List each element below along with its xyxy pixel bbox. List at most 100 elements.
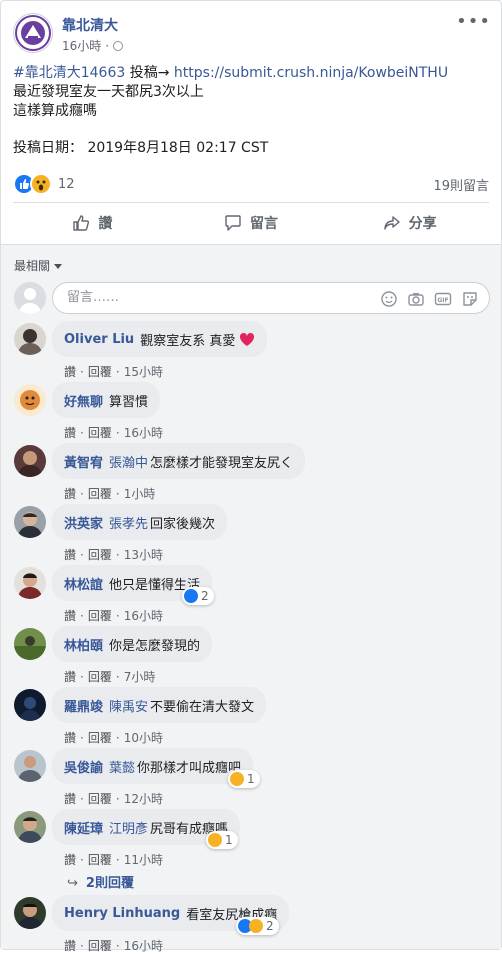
- comment-author[interactable]: 羅鼎竣: [64, 696, 103, 715]
- comment-item: 陳延璋 江明彥 尻哥有成癮嗎 1 讚 · 回覆 · 11小時: [14, 809, 490, 871]
- comment-time[interactable]: 12小時: [124, 792, 163, 806]
- comment-item: 洪英家 張孝先 回家後幾次 讚 · 回覆 · 13小時: [14, 504, 490, 566]
- post-line-2: 這樣算成癮嗎: [13, 103, 97, 119]
- comment-time[interactable]: 16小時: [124, 426, 163, 440]
- reply-arrow-icon: ↪: [67, 876, 78, 891]
- comment-like-link[interactable]: 讚: [64, 609, 76, 623]
- comment-count-link[interactable]: 19則留言: [433, 175, 489, 194]
- comment-reply-link[interactable]: 回覆: [88, 670, 112, 684]
- view-replies-link[interactable]: ↪ 2則回覆: [67, 872, 134, 891]
- comment-author[interactable]: 洪英家: [64, 513, 103, 532]
- comment-mention[interactable]: 張孝先: [109, 513, 148, 532]
- comment-compose[interactable]: GIF: [52, 282, 490, 314]
- comment-time[interactable]: 16小時: [124, 609, 163, 623]
- hashtag-link[interactable]: #靠北清大14663: [13, 65, 125, 81]
- comment-time[interactable]: 16小時: [124, 939, 163, 953]
- comment-like-link[interactable]: 讚: [64, 548, 76, 562]
- like-reaction-icon: [184, 589, 198, 603]
- globe-icon: [113, 40, 124, 51]
- like-button[interactable]: 讚: [13, 204, 172, 242]
- comment-reply-link[interactable]: 回覆: [88, 792, 112, 806]
- avatar[interactable]: [14, 445, 46, 477]
- comment-author[interactable]: Henry Linhuang: [64, 906, 180, 921]
- comment-author[interactable]: 黃智宥: [64, 452, 103, 471]
- comment-text: 回家後幾次: [150, 516, 216, 532]
- comment-author[interactable]: Oliver Liu: [64, 332, 134, 347]
- avatar[interactable]: [14, 384, 46, 416]
- comment-reply-link[interactable]: 回覆: [88, 609, 112, 623]
- comment-item: 吳俊諭 葉懿 你那樣才叫成癮吧 1 讚 · 回覆 · 12小時: [14, 748, 490, 810]
- comment-like-link[interactable]: 讚: [64, 792, 76, 806]
- comment-author[interactable]: 好無聊: [64, 391, 103, 410]
- comment-reaction-badge[interactable]: 2: [182, 587, 214, 605]
- avatar[interactable]: [14, 750, 46, 782]
- comment-author[interactable]: 陳延璋: [64, 818, 103, 837]
- comment-reply-link[interactable]: 回覆: [88, 487, 112, 501]
- comment-reply-link[interactable]: 回覆: [88, 365, 112, 379]
- avatar[interactable]: [14, 567, 46, 599]
- comment-like-link[interactable]: 讚: [64, 426, 76, 440]
- comment-mention[interactable]: 張瀚中: [109, 452, 148, 471]
- comment-reply-link[interactable]: 回覆: [88, 939, 112, 953]
- avatar[interactable]: [14, 689, 46, 721]
- post-line-1: 最近發現室友一天都尻3次以上: [13, 84, 204, 100]
- comment-reply-link[interactable]: 回覆: [88, 548, 112, 562]
- post-meta: 16小時 ·: [62, 37, 124, 54]
- comment-reaction-badge[interactable]: 1: [206, 831, 238, 849]
- wow-reaction-icon: [230, 772, 244, 786]
- more-options-icon[interactable]: •••: [456, 11, 491, 32]
- camera-icon[interactable]: [407, 290, 425, 308]
- comment-like-link[interactable]: 讚: [64, 731, 76, 745]
- comment-time[interactable]: 10小時: [124, 731, 163, 745]
- comment-mention[interactable]: 陳禹安: [109, 696, 148, 715]
- comment-time[interactable]: 15小時: [124, 365, 163, 379]
- page-avatar[interactable]: [13, 13, 53, 53]
- comment-like-link[interactable]: 讚: [64, 853, 76, 867]
- comment-author[interactable]: 林柏頤: [64, 635, 103, 654]
- share-button[interactable]: 分享: [330, 204, 489, 242]
- page-name[interactable]: 靠北清大: [62, 15, 118, 35]
- avatar[interactable]: [14, 897, 46, 929]
- comment-time[interactable]: 13小時: [124, 548, 163, 562]
- divider: [13, 202, 489, 203]
- sort-dropdown[interactable]: 最相關: [14, 257, 63, 274]
- comment-reply-link[interactable]: 回覆: [88, 731, 112, 745]
- user-avatar: [14, 282, 46, 314]
- comment-reaction-badge[interactable]: 1: [228, 770, 260, 788]
- comment-reply-link[interactable]: 回覆: [88, 853, 112, 867]
- gif-icon[interactable]: GIF: [434, 290, 452, 308]
- post-time[interactable]: 16小時: [62, 37, 101, 54]
- comment-bubble: 洪英家 張孝先 回家後幾次: [52, 504, 228, 540]
- comment-bubble: 黃智宥 張瀚中 怎麼樣才能發現室友尻く: [52, 443, 306, 479]
- comment-time[interactable]: 7小時: [124, 670, 156, 684]
- action-bar: 讚 留言 分享: [13, 204, 489, 242]
- default-avatar-icon: [14, 282, 46, 314]
- comment-reaction-badge[interactable]: 2: [236, 917, 279, 935]
- avatar[interactable]: [14, 323, 46, 355]
- comment-mention[interactable]: 江明彥: [109, 818, 148, 837]
- reaction-summary[interactable]: 12: [13, 173, 75, 195]
- comment-button[interactable]: 留言: [172, 204, 331, 242]
- comment-time[interactable]: 11小時: [124, 853, 163, 867]
- share-icon: [383, 216, 400, 230]
- comment-button-label: 留言: [250, 216, 278, 232]
- avatar[interactable]: [14, 628, 46, 660]
- comment-like-link[interactable]: 讚: [64, 365, 76, 379]
- comment-input[interactable]: [65, 289, 369, 306]
- comment-time[interactable]: 1小時: [124, 487, 156, 501]
- comment-like-link[interactable]: 讚: [64, 939, 76, 953]
- reaction-count: 12: [58, 176, 75, 192]
- emoji-icon[interactable]: [380, 290, 398, 308]
- avatar[interactable]: [14, 506, 46, 538]
- sticker-icon[interactable]: [461, 290, 479, 308]
- comment-author[interactable]: 吳俊諭: [64, 757, 103, 776]
- comment-like-link[interactable]: 讚: [64, 670, 76, 684]
- sad-reaction-icon: [208, 833, 222, 847]
- comment-author[interactable]: 林松誼: [64, 574, 103, 593]
- comment-item: 好無聊 算習慣 讚 · 回覆 · 16小時: [14, 382, 490, 444]
- comment-like-link[interactable]: 讚: [64, 487, 76, 501]
- avatar[interactable]: [14, 811, 46, 843]
- comment-mention[interactable]: 葉懿: [109, 757, 135, 776]
- comment-reply-link[interactable]: 回覆: [88, 426, 112, 440]
- submit-url-link[interactable]: https://submit.crush.ninja/KowbeiNTHU: [174, 65, 448, 81]
